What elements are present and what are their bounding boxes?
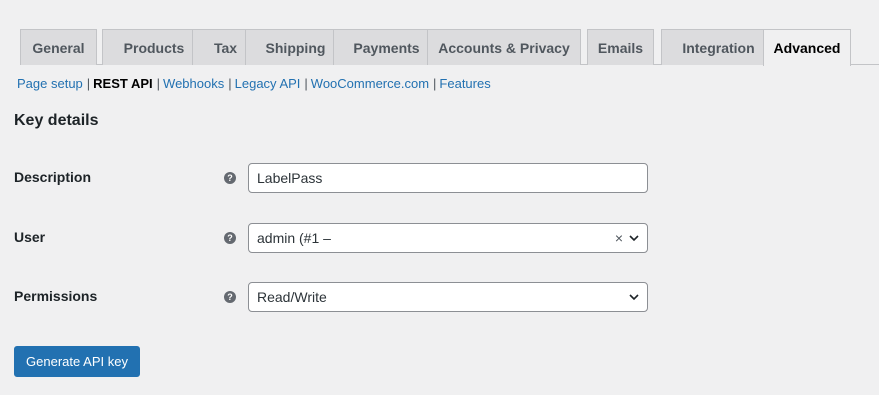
- description-help-icon[interactable]: ?: [224, 172, 236, 184]
- subnav-webhooks[interactable]: Webhooks: [163, 76, 224, 91]
- tab-payments[interactable]: Payments: [333, 29, 440, 65]
- tab-shipping[interactable]: Shipping: [245, 29, 346, 65]
- user-select-value: admin (#1 –: [257, 230, 331, 246]
- description-label: Description: [14, 169, 92, 185]
- tab-products[interactable]: Products: [102, 29, 206, 65]
- subnav-legacy-api[interactable]: Legacy API: [235, 76, 301, 91]
- permissions-select[interactable]: Read/Write: [248, 282, 648, 312]
- permissions-select-value: Read/Write: [257, 289, 327, 305]
- description-input[interactable]: [257, 170, 639, 186]
- user-label: User: [14, 229, 46, 245]
- tab-emails[interactable]: Emails: [587, 29, 654, 65]
- subnav-page-setup[interactable]: Page setup: [17, 76, 83, 91]
- subnav-woocommerce-com[interactable]: WooCommerce.com: [311, 76, 429, 91]
- permissions-help-icon[interactable]: ?: [224, 291, 236, 303]
- advanced-subnav: Page setup | REST API | Webhooks | Legacy API |…: [17, 76, 491, 91]
- clear-icon[interactable]: ×: [615, 230, 623, 246]
- tab-general[interactable]: General: [20, 29, 97, 65]
- user-select[interactable]: admin (#1 – ×: [248, 223, 648, 253]
- chevron-down-icon[interactable]: [629, 233, 639, 243]
- tab-accounts-privacy[interactable]: Accounts & Privacy: [427, 29, 581, 65]
- permissions-label: Permissions: [14, 288, 98, 304]
- woocommerce-settings-page: General Products Tax Shipping Payments A…: [0, 0, 879, 395]
- section-title: Key details: [14, 112, 99, 129]
- user-help-icon[interactable]: ?: [224, 232, 236, 244]
- chevron-down-icon[interactable]: [629, 292, 639, 302]
- tab-advanced[interactable]: Advanced: [763, 29, 851, 66]
- tab-integration[interactable]: Integration: [661, 29, 776, 65]
- subnav-features[interactable]: Features: [439, 76, 490, 91]
- description-field[interactable]: [248, 163, 648, 193]
- generate-api-key-button[interactable]: Generate API key: [14, 346, 140, 377]
- settings-tabs: General Products Tax Shipping Payments A…: [20, 29, 879, 66]
- subnav-rest-api[interactable]: REST API: [93, 76, 152, 91]
